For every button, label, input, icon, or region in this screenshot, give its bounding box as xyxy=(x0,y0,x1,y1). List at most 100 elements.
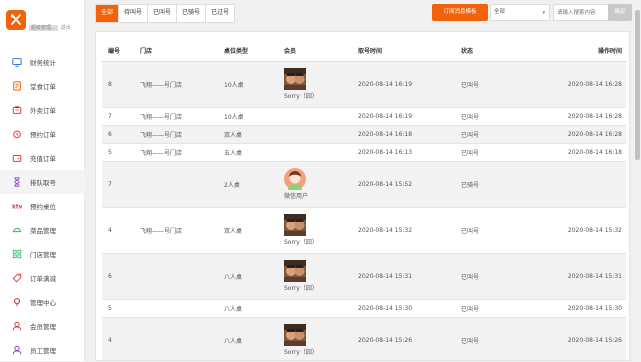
status-cell: 已叫号 xyxy=(461,299,517,318)
status-cell: 已叫号 xyxy=(461,317,517,360)
column-header: 门店 xyxy=(140,40,224,62)
time-cell: 2020-08-14 15:52 xyxy=(358,161,461,208)
member-info: Sorry（囧） xyxy=(284,324,358,356)
status-tab[interactable]: 待叫号 xyxy=(119,5,149,22)
confirm-button[interactable]: 确定 xyxy=(608,4,632,21)
logo xyxy=(6,10,26,30)
sidebar-item-label: 外卖订单 xyxy=(30,107,56,115)
table-row[interactable]: 6 飞翔——号门店 双人桌 2020-08-14 16:18 已叫号 2020-08-14… xyxy=(102,125,626,144)
store-cell: 飞翔——号门店 xyxy=(140,143,224,162)
member-cell xyxy=(284,143,358,162)
table-row[interactable]: 5 飞翔——号门店 五人桌 2020-08-14 16:13 已叫号 2020-08-14… xyxy=(102,143,626,162)
operation-time-cell: 2020-08-14 15:31 xyxy=(517,253,626,300)
store-cell: 飞翔——号门店 xyxy=(140,61,224,108)
status-cell: 已叫号 xyxy=(461,143,517,162)
status-tab[interactable]: 全部 xyxy=(96,5,120,22)
table-cell: 10人桌 xyxy=(224,107,284,126)
logout-link[interactable]: 退出 xyxy=(61,25,71,31)
takeout-icon xyxy=(12,106,22,114)
sidebar-item[interactable]: 财务统计 xyxy=(0,50,85,74)
sidebar-item-label: 预约订单 xyxy=(30,131,56,139)
scrollbar[interactable] xyxy=(634,0,641,361)
table-row[interactable]: 7 飞翔——号门店 10人桌 2020-08-14 16:19 已叫号 2020-08-1… xyxy=(102,107,626,126)
column-header: 取号时间 xyxy=(358,40,461,62)
sidebar-item[interactable]: 预约订单 xyxy=(0,122,85,146)
status-tab[interactable]: 已骑号 xyxy=(177,5,207,22)
staff-icon xyxy=(12,345,22,355)
sidebar-item[interactable]: 菜品管理 xyxy=(0,218,85,242)
sidebar-item[interactable]: 堂食订单 xyxy=(0,74,85,98)
id-cell: 5 xyxy=(102,299,140,318)
member-info: Sorry（囧） xyxy=(284,260,358,292)
sidebar-item[interactable]: 会员管理 xyxy=(0,314,85,338)
table-cell: 八人桌 xyxy=(224,317,284,360)
member-cell xyxy=(284,107,358,126)
queue-table: 编号 门店 桌位类型 会员 取号时间 状态 操作时间 8 飞翔——号门店 10人桌 Sorry（… xyxy=(102,40,626,360)
status-cell: 已叫号 xyxy=(461,253,517,300)
member-cell: 微信用户 xyxy=(284,161,358,208)
time-cell: 2020-08-14 15:31 xyxy=(358,253,461,300)
operation-time-cell: 2020-08-14 16:18 xyxy=(517,143,626,162)
user-icon xyxy=(12,321,22,331)
pin-icon xyxy=(13,298,21,307)
scrollbar-thumb[interactable] xyxy=(635,10,640,160)
column-header: 状态 xyxy=(461,40,517,62)
table-header-row: 编号 门店 桌位类型 会员 取号时间 状态 操作时间 xyxy=(102,40,626,62)
admin-name: 超级管理... xyxy=(29,25,58,31)
monitor-icon xyxy=(12,58,22,67)
sidebar-item[interactable]: ktv 预约桌位 xyxy=(0,194,85,218)
chevron-down-icon: ▾ xyxy=(542,10,545,16)
table-cell: 八人桌 xyxy=(224,299,284,318)
sidebar-item[interactable]: 管理中心 xyxy=(0,290,85,314)
table-row[interactable]: 6 八人桌 Sorry（囧） 2020-08-14 15:31 已叫号 2020-08-… xyxy=(102,253,626,300)
member-avatar xyxy=(284,214,306,236)
column-header: 编号 xyxy=(102,40,140,62)
svg-text:ktv: ktv xyxy=(12,205,22,211)
table-row[interactable]: 4 飞翔——号门店 双人桌 Sorry（囧） 2020-08-14 15:32 已叫号 2… xyxy=(102,207,626,254)
table-row[interactable]: 7 2人桌 微信用户 2020-08-14 15:52 已骑号 xyxy=(102,161,626,208)
sidebar-item[interactable]: 排队取号 xyxy=(0,170,85,194)
sidebar-item-label: 充值订单 xyxy=(30,155,56,163)
sidebar-item-label: 员工管理 xyxy=(30,347,56,355)
table-cell: 双人桌 xyxy=(224,125,284,144)
utensils-icon xyxy=(10,14,21,25)
wallet-icon xyxy=(12,155,22,162)
table-row[interactable]: 5 八人桌 2020-08-14 15:30 已叫号 2020-08-14 15:30 xyxy=(102,299,626,318)
hourglass-icon xyxy=(14,177,20,187)
sidebar-item-label: 门店管理 xyxy=(30,251,56,259)
column-header: 会员 xyxy=(284,40,358,62)
grid-icon xyxy=(12,249,22,259)
store-cell xyxy=(140,299,224,318)
ktv-icon: ktv xyxy=(12,205,22,211)
receipt-icon xyxy=(13,81,21,91)
table-row[interactable]: 8 飞翔——号门店 10人桌 Sorry（囧） 2020-08-14 16:19 已叫号… xyxy=(102,61,626,108)
sidebar-item[interactable]: 充值订单 xyxy=(0,146,85,170)
status-tab[interactable]: 已叫号 xyxy=(148,5,178,22)
status-tab[interactable]: 已过号 xyxy=(206,5,235,22)
operation-time-cell: 2020-08-14 15:26 xyxy=(517,317,626,360)
sidebar-item[interactable]: 订单满减 xyxy=(0,266,85,290)
subscribe-template-button[interactable]: 订阅消息模板 xyxy=(432,4,488,21)
sidebar-item[interactable]: 门店管理 xyxy=(0,242,85,266)
status-tabs: 全部 待叫号 已叫号 已骑号 已过号 xyxy=(95,4,236,23)
id-cell: 4 xyxy=(102,317,140,360)
member-name: Sorry（囧） xyxy=(284,93,318,100)
sidebar-item-label: 堂食订单 xyxy=(30,83,56,91)
dish-icon xyxy=(12,227,22,233)
table-row[interactable]: 4 八人桌 Sorry（囧） 2020-08-14 15:26 已叫号 2020-08-… xyxy=(102,317,626,360)
member-info: Sorry（囧） xyxy=(284,68,358,100)
id-cell: 6 xyxy=(102,253,140,300)
time-cell: 2020-08-14 16:19 xyxy=(358,107,461,126)
store-cell xyxy=(140,161,224,208)
member-avatar xyxy=(284,68,306,90)
id-cell: 5 xyxy=(102,143,140,162)
toolbar: 全部待叫号已叫号已骑号已过号 订阅消息模板 全部▾ 确定 xyxy=(95,4,632,23)
id-cell: 6 xyxy=(102,125,140,144)
filter-select[interactable]: 全部 ▾ xyxy=(490,4,550,21)
status-cell: 已叫号 xyxy=(461,207,517,254)
sidebar-item[interactable]: 员工管理 xyxy=(0,338,85,362)
sidebar-item[interactable]: 外卖订单 xyxy=(0,98,85,122)
id-cell: 8 xyxy=(102,61,140,108)
main-content: 全部待叫号已叫号已骑号已过号 订阅消息模板 全部▾ 确定 编号门店桌位类型会员取… xyxy=(85,0,641,361)
sidebar-item-label: 预约桌位 xyxy=(30,203,56,211)
